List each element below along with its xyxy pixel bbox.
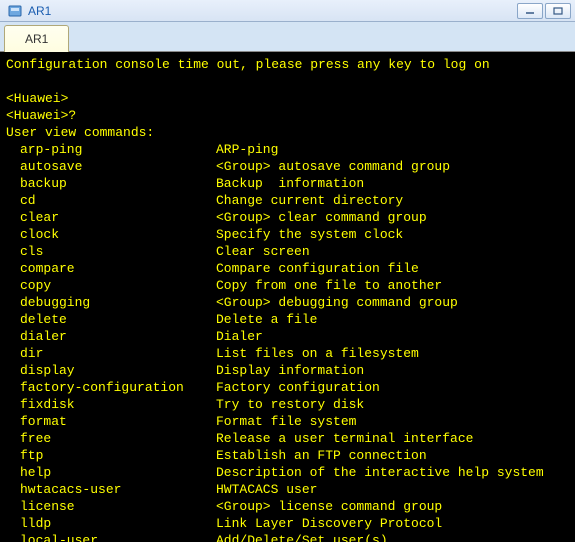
command-desc: Establish an FTP connection xyxy=(216,447,427,464)
command-name: delete xyxy=(6,311,216,328)
command-desc: List files on a filesystem xyxy=(216,345,419,362)
command-desc: Try to restory disk xyxy=(216,396,364,413)
command-name: format xyxy=(6,413,216,430)
command-row: cdChange current directory xyxy=(6,192,569,209)
command-desc: Compare configuration file xyxy=(216,260,419,277)
command-row: autosave<Group> autosave command group xyxy=(6,158,569,175)
minimize-button[interactable] xyxy=(517,3,543,19)
command-row: deleteDelete a file xyxy=(6,311,569,328)
command-row: clsClear screen xyxy=(6,243,569,260)
commands-heading: User view commands: xyxy=(6,124,569,141)
command-name: cls xyxy=(6,243,216,260)
command-row: copyCopy from one file to another xyxy=(6,277,569,294)
command-row: dirList files on a filesystem xyxy=(6,345,569,362)
command-row: debugging<Group> debugging command group xyxy=(6,294,569,311)
titlebar: AR1 xyxy=(0,0,575,22)
command-row: clear<Group> clear command group xyxy=(6,209,569,226)
command-desc: Description of the interactive help syst… xyxy=(216,464,544,481)
command-name: clock xyxy=(6,226,216,243)
timeout-message: Configuration console time out, please p… xyxy=(6,56,569,73)
command-row: clockSpecify the system clock xyxy=(6,226,569,243)
command-row: license<Group> license command group xyxy=(6,498,569,515)
command-name: dialer xyxy=(6,328,216,345)
command-row: lldpLink Layer Discovery Protocol xyxy=(6,515,569,532)
command-name: local-user xyxy=(6,532,216,542)
command-row: freeRelease a user terminal interface xyxy=(6,430,569,447)
command-row: hwtacacs-userHWTACACS user xyxy=(6,481,569,498)
command-row: backupBackup information xyxy=(6,175,569,192)
window-title: AR1 xyxy=(28,4,51,18)
titlebar-left: AR1 xyxy=(4,4,51,18)
command-row: local-userAdd/Delete/Set user(s) xyxy=(6,532,569,542)
prompt-help: <Huawei>? xyxy=(6,107,569,124)
command-name: factory-configuration xyxy=(6,379,216,396)
command-desc: Delete a file xyxy=(216,311,317,328)
blank-line xyxy=(6,73,569,90)
command-desc: Copy from one file to another xyxy=(216,277,442,294)
command-name: license xyxy=(6,498,216,515)
app-window: AR1 AR1 Configuration console time out, … xyxy=(0,0,575,542)
command-name: arp-ping xyxy=(6,141,216,158)
app-icon xyxy=(8,4,22,18)
command-name: backup xyxy=(6,175,216,192)
command-row: fixdiskTry to restory disk xyxy=(6,396,569,413)
command-name: ftp xyxy=(6,447,216,464)
command-desc: Clear screen xyxy=(216,243,310,260)
command-name: free xyxy=(6,430,216,447)
command-row: dialerDialer xyxy=(6,328,569,345)
command-name: copy xyxy=(6,277,216,294)
command-row: formatFormat file system xyxy=(6,413,569,430)
tab-ar1[interactable]: AR1 xyxy=(4,25,69,52)
command-row: ftpEstablish an FTP connection xyxy=(6,447,569,464)
command-desc: <Group> license command group xyxy=(216,498,442,515)
command-row: displayDisplay information xyxy=(6,362,569,379)
command-desc: Link Layer Discovery Protocol xyxy=(216,515,442,532)
command-desc: Backup information xyxy=(216,175,364,192)
command-desc: ARP-ping xyxy=(216,141,278,158)
command-name: display xyxy=(6,362,216,379)
command-desc: <Group> debugging command group xyxy=(216,294,458,311)
command-desc: Format file system xyxy=(216,413,356,430)
command-row: compareCompare configuration file xyxy=(6,260,569,277)
command-name: help xyxy=(6,464,216,481)
prompt: <Huawei> xyxy=(6,90,569,107)
command-desc: Specify the system clock xyxy=(216,226,403,243)
command-name: clear xyxy=(6,209,216,226)
tabbar: AR1 xyxy=(0,22,575,52)
command-name: lldp xyxy=(6,515,216,532)
command-name: cd xyxy=(6,192,216,209)
command-row: helpDescription of the interactive help … xyxy=(6,464,569,481)
command-desc: <Group> clear command group xyxy=(216,209,427,226)
command-name: fixdisk xyxy=(6,396,216,413)
command-desc: Add/Delete/Set user(s) xyxy=(216,532,388,542)
command-name: autosave xyxy=(6,158,216,175)
command-desc: Display information xyxy=(216,362,364,379)
command-name: debugging xyxy=(6,294,216,311)
window-controls xyxy=(517,3,571,19)
command-name: hwtacacs-user xyxy=(6,481,216,498)
command-name: compare xyxy=(6,260,216,277)
command-desc: Dialer xyxy=(216,328,263,345)
command-desc: Factory configuration xyxy=(216,379,380,396)
command-desc: Change current directory xyxy=(216,192,403,209)
command-name: dir xyxy=(6,345,216,362)
maximize-button[interactable] xyxy=(545,3,571,19)
terminal[interactable]: Configuration console time out, please p… xyxy=(0,52,575,542)
command-desc: <Group> autosave command group xyxy=(216,158,450,175)
command-desc: HWTACACS user xyxy=(216,481,317,498)
command-row: arp-pingARP-ping xyxy=(6,141,569,158)
command-row: factory-configurationFactory configurati… xyxy=(6,379,569,396)
command-desc: Release a user terminal interface xyxy=(216,430,473,447)
